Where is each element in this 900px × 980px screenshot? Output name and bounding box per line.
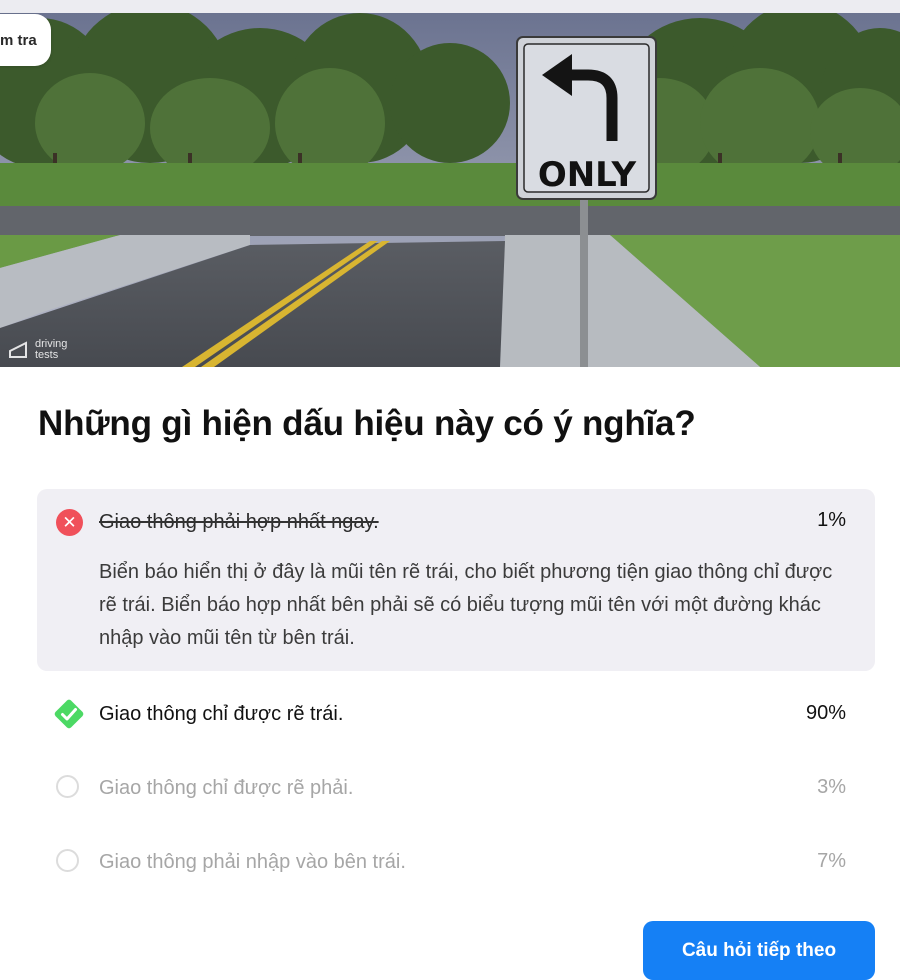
answer-percent: 3% xyxy=(817,776,846,798)
x-circle-icon: ✕ xyxy=(56,509,83,536)
check-diamond-icon xyxy=(54,699,84,729)
answer-percent: 1% xyxy=(817,509,846,531)
question-image: ONLY driving tests xyxy=(0,13,900,367)
radio-icon xyxy=(56,775,79,798)
answer-percent: 7% xyxy=(817,850,846,872)
answer-label: Giao thông chỉ được rẽ phải. xyxy=(99,777,354,799)
answer-option-correct[interactable]: Giao thông chỉ được rẽ trái. 90% xyxy=(37,692,875,736)
pill-label: m tra xyxy=(0,31,37,49)
answer-percent: 90% xyxy=(805,702,846,724)
answer-option[interactable]: Giao thông phải nhập vào bên trái. 7% xyxy=(37,840,875,884)
answer-option-wrong[interactable]: ✕ Giao thông phải hợp nhất ngay. 1% Biển… xyxy=(37,489,875,671)
answer-label: Giao thông phải hợp nhất ngay. xyxy=(99,511,379,533)
answer-explanation: Biển báo hiển thị ở đây là mũi tên rẽ tr… xyxy=(99,561,833,649)
answer-label: Giao thông phải nhập vào bên trái. xyxy=(99,851,406,873)
top-strip xyxy=(0,0,900,13)
answer-option[interactable]: Giao thông chỉ được rẽ phải. 3% xyxy=(37,766,875,810)
question-title: Những gì hiện dấu hiệu này có ý nghĩa? xyxy=(38,404,696,443)
radio-icon xyxy=(56,849,79,872)
sign-text: ONLY xyxy=(538,155,637,195)
next-question-button[interactable]: Câu hỏi tiếp theo xyxy=(643,921,875,980)
quiz-mode-pill[interactable]: m tra xyxy=(0,14,51,66)
watermark-line2: tests xyxy=(35,349,59,361)
answer-label: Giao thông chỉ được rẽ trái. xyxy=(99,703,344,725)
